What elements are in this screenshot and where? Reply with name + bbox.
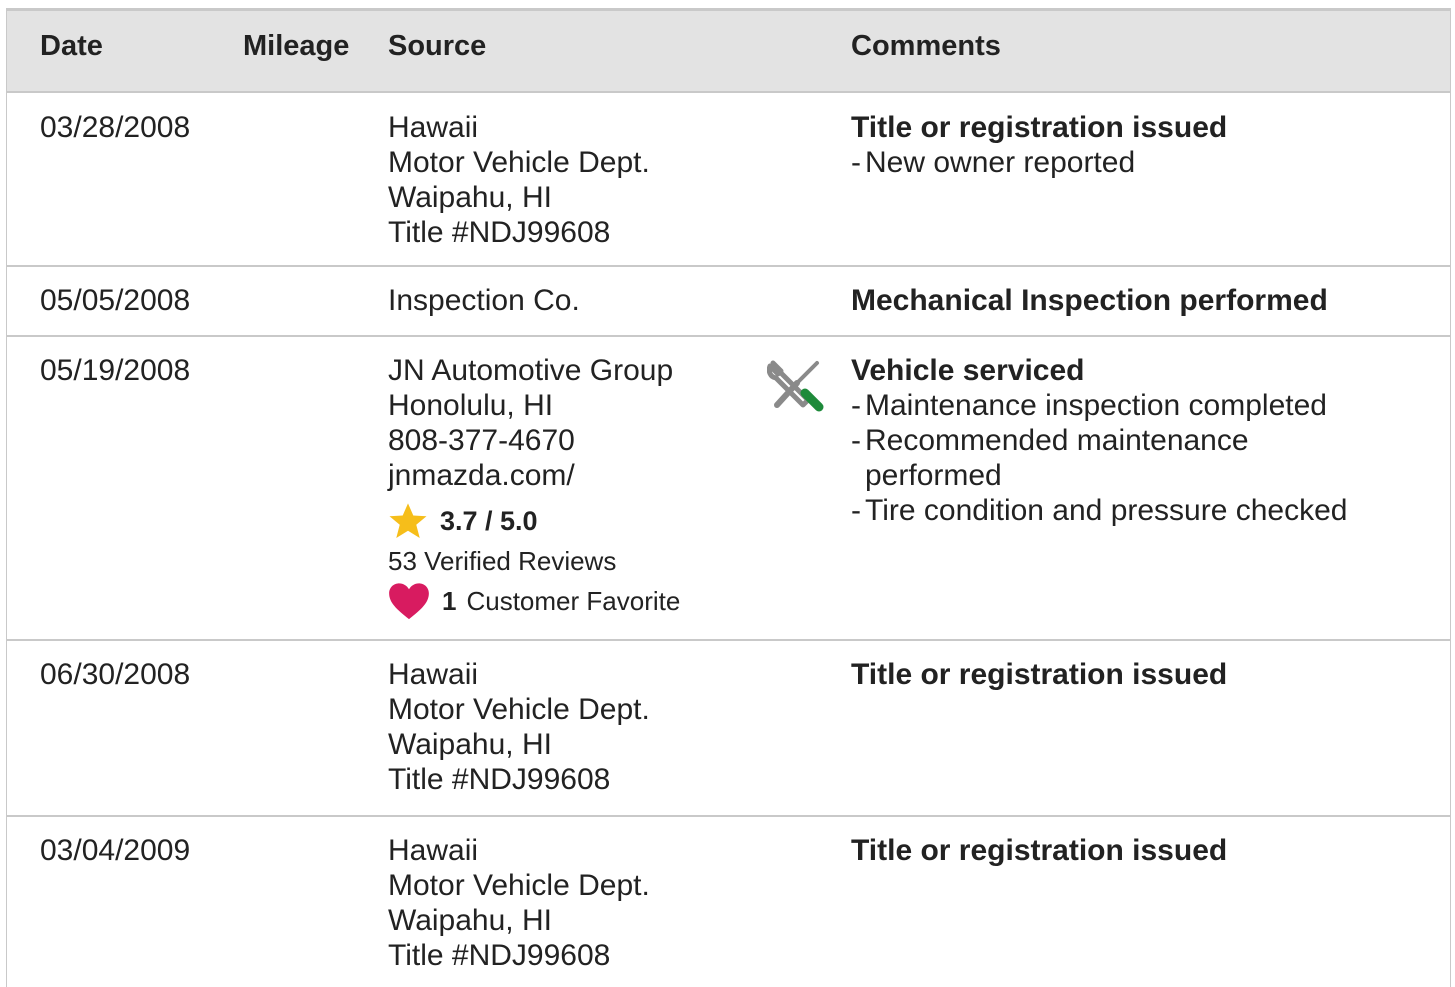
dealer-rating[interactable]: 3.7 / 5.0 xyxy=(388,501,680,541)
source-line: Waipahu, HI xyxy=(388,181,552,214)
source-line: JN Automotive Group xyxy=(388,354,674,387)
row-source: Inspection Co. xyxy=(388,283,580,318)
table-header: Date Mileage Source Comments xyxy=(7,11,1450,93)
table-row: 03/04/2009 Hawaii Motor Vehicle Dept. Wa… xyxy=(7,817,1450,987)
source-line: Title #NDJ99608 xyxy=(388,216,611,249)
wrench-screwdriver-icon xyxy=(767,359,825,413)
comment-title: Mechanical Inspection performed xyxy=(851,284,1328,317)
row-date: 05/05/2008 xyxy=(40,284,191,317)
comment-title: Title or registration issued xyxy=(851,834,1228,867)
source-website-link[interactable]: jnmazda.com/ xyxy=(388,458,680,493)
comment-title: Title or registration issued xyxy=(851,111,1228,144)
heart-icon xyxy=(388,582,430,620)
header-comments[interactable]: Comments xyxy=(851,30,1001,63)
row-date: 03/04/2009 xyxy=(40,834,191,867)
source-line: Honolulu, HI xyxy=(388,389,554,422)
row-comments: Title or registration issued xyxy=(851,833,1431,868)
source-line: Motor Vehicle Dept. xyxy=(388,146,650,179)
source-line: Hawaii xyxy=(388,834,479,867)
row-comments: Title or registration issued xyxy=(851,657,1431,692)
source-line: Title #NDJ99608 xyxy=(388,763,611,796)
favorite-label: Customer Favorite xyxy=(466,585,681,616)
source-line: Waipahu, HI xyxy=(388,904,552,937)
comment-title: Vehicle serviced xyxy=(851,354,1085,387)
customer-favorite: 1 Customer Favorite xyxy=(388,581,680,621)
source-line: Motor Vehicle Dept. xyxy=(388,869,650,902)
row-comments: Title or registration issued - New owner … xyxy=(851,110,1431,180)
source-line: Motor Vehicle Dept. xyxy=(388,693,650,726)
row-source: JN Automotive Group Honolulu, HI 808-377… xyxy=(388,353,680,621)
star-icon xyxy=(388,502,428,540)
row-date: 03/28/2008 xyxy=(40,111,191,144)
header-mileage[interactable]: Mileage xyxy=(243,30,349,63)
comment-bullet: - Recommended maintenance performed xyxy=(851,424,1249,492)
table-row: 05/05/2008 Inspection Co. Mechanical Ins… xyxy=(7,267,1450,337)
table-row: 03/28/2008 Hawaii Motor Vehicle Dept. Wa… xyxy=(7,93,1450,267)
row-source: Hawaii Motor Vehicle Dept. Waipahu, HI T… xyxy=(388,833,650,973)
source-line: Hawaii xyxy=(388,111,479,144)
row-comments: Vehicle serviced - Maintenance inspection… xyxy=(851,353,1431,528)
row-date: 06/30/2008 xyxy=(40,658,191,691)
row-comments: Mechanical Inspection performed xyxy=(851,283,1431,318)
table-row: 06/30/2008 Hawaii Motor Vehicle Dept. Wa… xyxy=(7,641,1450,817)
header-source[interactable]: Source xyxy=(388,30,486,63)
table-row: 05/19/2008 JN Automotive Group Honolulu,… xyxy=(7,337,1450,641)
row-source: Hawaii Motor Vehicle Dept. Waipahu, HI T… xyxy=(388,657,650,797)
row-source: Hawaii Motor Vehicle Dept. Waipahu, HI T… xyxy=(388,110,650,250)
comment-bullet: - New owner reported xyxy=(851,146,1136,179)
row-date: 05/19/2008 xyxy=(40,354,191,387)
vehicle-history-table: Date Mileage Source Comments 03/28/2008 … xyxy=(6,8,1451,987)
verified-reviews-link[interactable]: 53 Verified Reviews xyxy=(388,541,680,581)
source-line: Title #NDJ99608 xyxy=(388,939,611,972)
favorite-count: 1 xyxy=(442,585,457,616)
comment-bullet: - Maintenance inspection completed xyxy=(851,389,1327,422)
source-line: 808-377-4670 xyxy=(388,424,575,457)
source-line: Waipahu, HI xyxy=(388,728,552,761)
source-line: Inspection Co. xyxy=(388,284,580,317)
comment-title: Title or registration issued xyxy=(851,658,1228,691)
comment-bullet: - Tire condition and pressure checked xyxy=(851,494,1348,527)
source-line: Hawaii xyxy=(388,658,479,691)
header-date[interactable]: Date xyxy=(40,30,103,63)
rating-value: 3.7 / 5.0 xyxy=(440,505,538,536)
